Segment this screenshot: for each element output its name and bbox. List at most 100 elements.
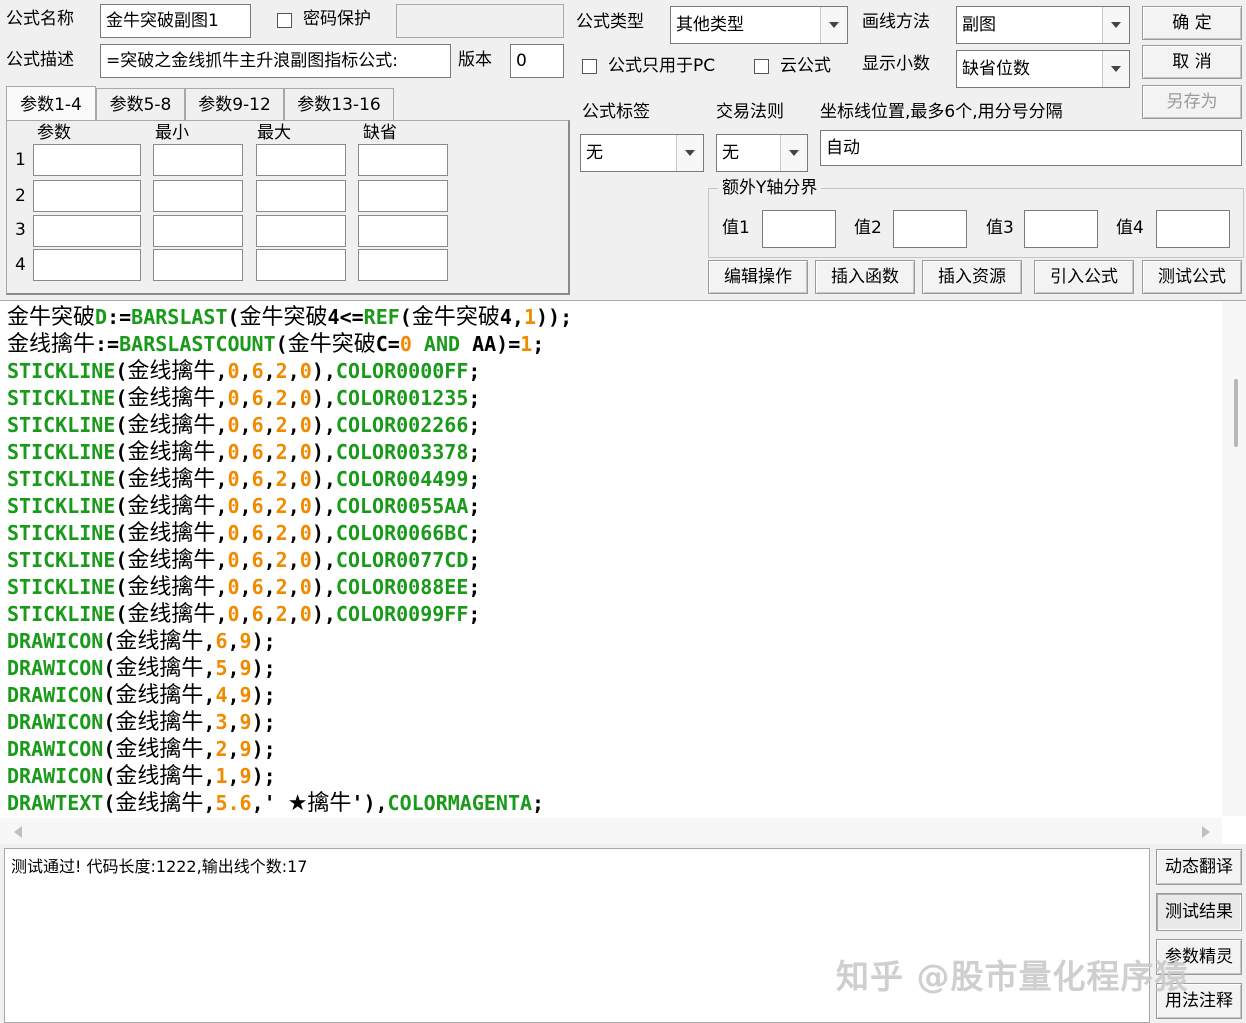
dynamic-translate-button[interactable]: 动态翻译	[1156, 849, 1242, 885]
test-result-button[interactable]: 测试结果	[1156, 893, 1242, 931]
ok-button[interactable]: 确 定	[1142, 6, 1242, 40]
y-value-3-input[interactable]	[1024, 210, 1098, 248]
code-line: DRAWICON(金线擒牛,2,9);	[7, 737, 276, 762]
password-label: 密码保护	[303, 9, 371, 29]
vertical-scrollbar[interactable]	[1222, 301, 1246, 816]
scrollbar-thumb[interactable]	[1234, 379, 1238, 447]
param-4-name-input[interactable]	[33, 249, 141, 281]
param-4-default-input[interactable]	[358, 249, 448, 281]
code-line: STICKLINE(金线擒牛,0,6,2,0),COLOR002266;	[7, 413, 481, 438]
param-4-max-input[interactable]	[256, 249, 346, 281]
save-as-button[interactable]: 另存为	[1142, 85, 1242, 119]
param-row-number: 4	[15, 255, 26, 275]
param-1-max-input[interactable]	[256, 144, 346, 176]
code-line: DRAWICON(金线擒牛,1,9);	[7, 764, 276, 789]
param-4-min-input[interactable]	[153, 249, 243, 281]
test-formula-button[interactable]: 测试公式	[1142, 260, 1242, 294]
formula-desc-input[interactable]: =突破之金线抓牛主升浪副图指标公式:	[100, 44, 451, 78]
chevron-down-icon[interactable]	[1102, 51, 1129, 87]
test-status-text: 测试通过! 代码长度:1222,输出线个数:17	[11, 857, 308, 876]
code-line: STICKLINE(金线擒牛,0,6,2,0),COLOR001235;	[7, 386, 481, 411]
param-row-number: 1	[15, 150, 26, 170]
edit-operations-button[interactable]: 编辑操作	[708, 260, 808, 294]
code-line: DRAWICON(金线擒牛,6,9);	[7, 629, 276, 654]
formula-name-input[interactable]: 金牛突破副图1	[100, 4, 251, 38]
param-1-name-input[interactable]	[33, 144, 141, 176]
code-line: STICKLINE(金线擒牛,0,6,2,0),COLOR0000FF;	[7, 359, 481, 384]
version-label: 版本	[458, 50, 492, 70]
trade-rule-label: 交易法则	[716, 102, 784, 122]
formula-name-label: 公式名称	[6, 9, 74, 29]
pc-only-checkbox[interactable]	[582, 59, 597, 74]
param-header-default: 缺省	[363, 123, 397, 143]
scroll-left-icon[interactable]	[14, 826, 22, 838]
insert-function-button[interactable]: 插入函数	[815, 260, 915, 294]
param-1-min-input[interactable]	[153, 144, 243, 176]
param-header-min: 最小	[155, 123, 189, 143]
tab-params-13-16[interactable]: 参数13-16	[284, 88, 394, 120]
param-1-default-input[interactable]	[358, 144, 448, 176]
code-line: 金牛突破D:=BARSLAST(金牛突破4<=REF(金牛突破4,1));	[7, 305, 573, 330]
param-2-default-input[interactable]	[358, 180, 448, 212]
formula-type-select[interactable]: 其他类型	[670, 6, 848, 44]
insert-resource-button[interactable]: 插入资源	[922, 260, 1022, 294]
code-line: STICKLINE(金线擒牛,0,6,2,0),COLOR0088EE;	[7, 575, 481, 600]
tab-params-5-8[interactable]: 参数5-8	[96, 88, 185, 120]
scroll-right-icon[interactable]	[1202, 826, 1210, 838]
param-2-min-input[interactable]	[153, 180, 243, 212]
code-line: STICKLINE(金线擒牛,0,6,2,0),COLOR003378;	[7, 440, 481, 465]
decimal-value: 缺省位数	[962, 59, 1030, 79]
code-line: DRAWICON(金线擒牛,3,9);	[7, 710, 276, 735]
pc-only-label: 公式只用于PC	[608, 56, 716, 76]
code-line: 金线擒牛:=BARSLASTCOUNT(金牛突破C=0 AND AA)=1;	[7, 332, 545, 357]
code-line: STICKLINE(金线擒牛,0,6,2,0),COLOR004499;	[7, 467, 481, 492]
y-value-2-label: 值2	[854, 218, 882, 238]
y-value-4-input[interactable]	[1156, 210, 1230, 248]
param-3-min-input[interactable]	[153, 215, 243, 247]
axis-position-input[interactable]: 自动	[820, 130, 1242, 166]
code-text[interactable]: 金牛突破D:=BARSLAST(金牛突破4<=REF(金牛突破4,1)); 金线擒…	[7, 304, 572, 817]
param-2-max-input[interactable]	[256, 180, 346, 212]
formula-type-value: 其他类型	[676, 15, 744, 35]
trade-rule-select[interactable]: 无	[716, 134, 808, 172]
chevron-down-icon[interactable]	[1102, 7, 1129, 43]
code-editor[interactable]: 金牛突破D:=BARSLAST(金牛突破4<=REF(金牛突破4,1)); 金线擒…	[0, 300, 1246, 844]
formula-tag-value: 无	[586, 143, 603, 163]
chevron-down-icon[interactable]	[676, 135, 703, 171]
y-value-3-label: 值3	[986, 218, 1014, 238]
y-value-4-label: 值4	[1116, 218, 1144, 238]
tab-params-9-12[interactable]: 参数9-12	[185, 88, 284, 120]
chevron-down-icon[interactable]	[780, 135, 807, 171]
code-line: STICKLINE(金线擒牛,0,6,2,0),COLOR0055AA;	[7, 494, 481, 519]
param-3-name-input[interactable]	[33, 215, 141, 247]
formula-desc-label: 公式描述	[6, 50, 74, 70]
decimal-select[interactable]: 缺省位数	[956, 50, 1130, 88]
y-value-1-input[interactable]	[762, 210, 836, 248]
decimal-label: 显示小数	[862, 54, 930, 74]
y-value-2-input[interactable]	[893, 210, 967, 248]
code-line: STICKLINE(金线擒牛,0,6,2,0),COLOR0077CD;	[7, 548, 481, 573]
import-formula-button[interactable]: 引入公式	[1034, 260, 1134, 294]
params-panel: 参数 最小 最大 缺省 1 2 3 4	[6, 120, 570, 295]
param-row-number: 3	[15, 220, 26, 240]
password-checkbox[interactable]	[277, 13, 292, 28]
cloud-formula-checkbox[interactable]	[754, 59, 769, 74]
draw-method-select[interactable]: 副图	[956, 6, 1130, 44]
chevron-down-icon[interactable]	[820, 7, 847, 43]
watermark-text: 知乎 @股市量化程序猿	[836, 957, 1189, 996]
axis-position-label: 坐标线位置,最多6个,用分号分隔	[820, 102, 1063, 122]
formula-tag-select[interactable]: 无	[580, 134, 704, 172]
param-3-default-input[interactable]	[358, 215, 448, 247]
param-row-number: 2	[15, 186, 26, 206]
param-2-name-input[interactable]	[33, 180, 141, 212]
y-value-1-label: 值1	[722, 218, 750, 238]
tab-params-1-4[interactable]: 参数1-4	[6, 86, 96, 122]
cloud-formula-label: 云公式	[780, 56, 831, 76]
draw-method-label: 画线方法	[862, 12, 930, 32]
horizontal-scrollbar[interactable]	[0, 818, 1222, 844]
cancel-button[interactable]: 取 消	[1142, 45, 1242, 79]
param-header-max: 最大	[257, 123, 291, 143]
code-line: STICKLINE(金线擒牛,0,6,2,0),COLOR0066BC;	[7, 521, 481, 546]
param-3-max-input[interactable]	[256, 215, 346, 247]
version-input[interactable]: 0	[510, 44, 564, 78]
